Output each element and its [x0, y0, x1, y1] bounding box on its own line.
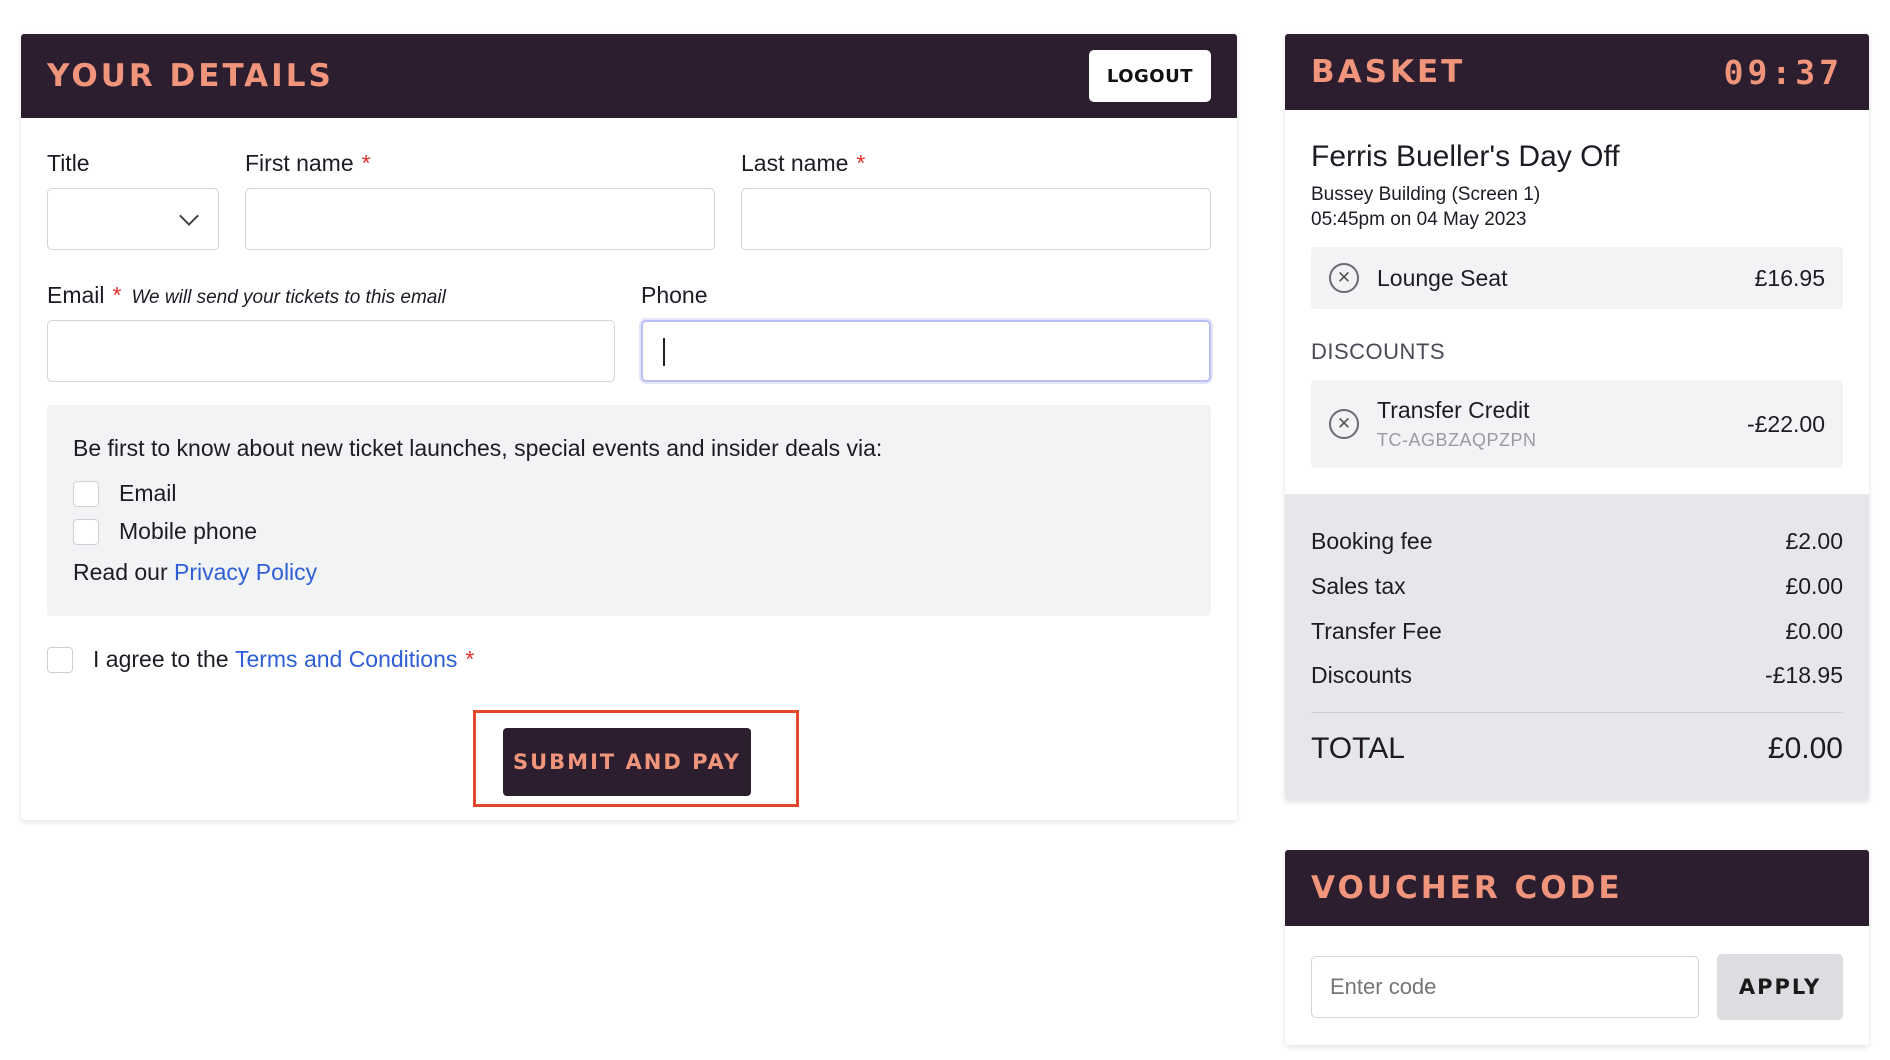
- details-heading: YOUR DETAILS: [47, 58, 334, 94]
- summary-row: Booking fee £2.00: [1311, 528, 1843, 555]
- summary-value: £2.00: [1785, 528, 1843, 554]
- marketing-optin-box: Be first to know about new ticket launch…: [47, 405, 1211, 616]
- email-input[interactable]: [47, 320, 615, 382]
- agree-prefix: I agree to the: [93, 646, 229, 672]
- summary-value: £0.00: [1785, 573, 1843, 599]
- summary-label: Transfer Fee: [1311, 618, 1442, 644]
- discounts-label: DISCOUNTS: [1311, 339, 1446, 364]
- discount-item: ✕ Transfer Credit TC-AGBZAQPZPN -£22.00: [1311, 380, 1843, 468]
- privacy-policy-link[interactable]: Privacy Policy: [174, 559, 317, 585]
- discount-amount: -£22.00: [1746, 410, 1825, 437]
- discount-code: TC-AGBZAQPZPN: [1377, 430, 1537, 450]
- optin-mobile-checkbox[interactable]: [73, 518, 99, 545]
- policy-prefix: Read our: [73, 559, 168, 585]
- required-marker: *: [465, 646, 475, 672]
- title-select[interactable]: [47, 188, 219, 250]
- first-name-label-text: First name: [245, 150, 354, 176]
- summary-value: -£18.95: [1764, 662, 1843, 688]
- optin-email-row: Email: [73, 480, 177, 507]
- discount-label: Transfer Credit: [1377, 397, 1530, 423]
- basket-heading: BASKET: [1311, 54, 1466, 90]
- required-marker: *: [361, 150, 371, 176]
- showtime: 05:45pm on 04 May 2023: [1311, 209, 1527, 230]
- voucher-header: VOUCHER CODE: [1285, 850, 1869, 926]
- ticket-item: ✕ Lounge Seat £16.95: [1311, 247, 1843, 309]
- summary-divider: [1311, 712, 1843, 713]
- apply-voucher-button[interactable]: APPLY: [1717, 954, 1843, 1020]
- optin-email-label: Email: [119, 480, 177, 506]
- total-row: TOTAL £0.00: [1311, 732, 1843, 766]
- terms-row: I agree to the Terms and Conditions *: [47, 646, 474, 673]
- ticket-label: Lounge Seat: [1377, 264, 1508, 291]
- chevron-down-icon: [179, 206, 199, 226]
- first-name-input[interactable]: [245, 188, 715, 250]
- venue: Bussey Building (Screen 1): [1311, 184, 1541, 205]
- remove-circle-icon[interactable]: ✕: [1329, 263, 1359, 293]
- terms-link[interactable]: Terms and Conditions: [235, 646, 457, 673]
- basket-timer: 09:37: [1723, 52, 1843, 92]
- phone-input[interactable]: [641, 320, 1211, 382]
- email-label: Email * We will send your tickets to this …: [47, 282, 446, 309]
- optin-mobile-label: Mobile phone: [119, 518, 258, 544]
- basket-summary: Booking fee £2.00 Sales tax £0.00 Transf…: [1285, 494, 1869, 800]
- discount-info: Transfer Credit TC-AGBZAQPZPN: [1377, 397, 1537, 451]
- text-cursor: [663, 338, 665, 366]
- summary-label: Sales tax: [1311, 573, 1406, 599]
- first-name-label: First name *: [245, 150, 371, 177]
- required-marker: *: [112, 282, 122, 308]
- logout-button[interactable]: LOGOUT: [1088, 50, 1211, 102]
- film-title: Ferris Bueller's Day Off: [1311, 140, 1620, 173]
- summary-value: £0.00: [1785, 618, 1843, 644]
- summary-row: Discounts -£18.95: [1311, 662, 1843, 689]
- required-marker: *: [856, 150, 866, 176]
- summary-label: Booking fee: [1311, 528, 1433, 554]
- optin-text: Be first to know about new ticket launch…: [73, 435, 883, 461]
- ticket-price: £16.95: [1754, 264, 1825, 291]
- total-value: £0.00: [1767, 732, 1843, 765]
- summary-row: Sales tax £0.00: [1311, 573, 1843, 600]
- optin-email-checkbox[interactable]: [73, 480, 99, 507]
- last-name-label: Last name *: [741, 150, 865, 177]
- your-details-panel: YOUR DETAILS LOGOUT Title First name * La…: [21, 34, 1237, 820]
- email-hint: We will send your tickets to this email: [131, 287, 446, 308]
- basket-header: BASKET 09:37: [1285, 34, 1869, 110]
- title-label: Title: [47, 150, 90, 176]
- summary-label: Discounts: [1311, 662, 1412, 688]
- phone-label: Phone: [641, 282, 708, 308]
- privacy-policy-row: Read our Privacy Policy: [73, 559, 317, 586]
- total-label: TOTAL: [1311, 732, 1405, 765]
- last-name-label-text: Last name: [741, 150, 849, 176]
- last-name-input[interactable]: [741, 188, 1211, 250]
- voucher-heading: VOUCHER CODE: [1311, 870, 1623, 906]
- details-header: YOUR DETAILS LOGOUT: [21, 34, 1237, 118]
- summary-row: Transfer Fee £0.00: [1311, 618, 1843, 645]
- voucher-panel: VOUCHER CODE APPLY: [1285, 850, 1869, 1045]
- basket-panel: BASKET 09:37 Ferris Bueller's Day Off Bu…: [1285, 34, 1869, 800]
- email-label-text: Email: [47, 282, 105, 308]
- terms-checkbox[interactable]: [47, 646, 73, 673]
- optin-mobile-row: Mobile phone: [73, 518, 257, 545]
- remove-circle-icon[interactable]: ✕: [1329, 409, 1359, 439]
- submit-and-pay-button[interactable]: SUBMIT AND PAY: [503, 728, 751, 796]
- voucher-code-input[interactable]: [1311, 956, 1699, 1018]
